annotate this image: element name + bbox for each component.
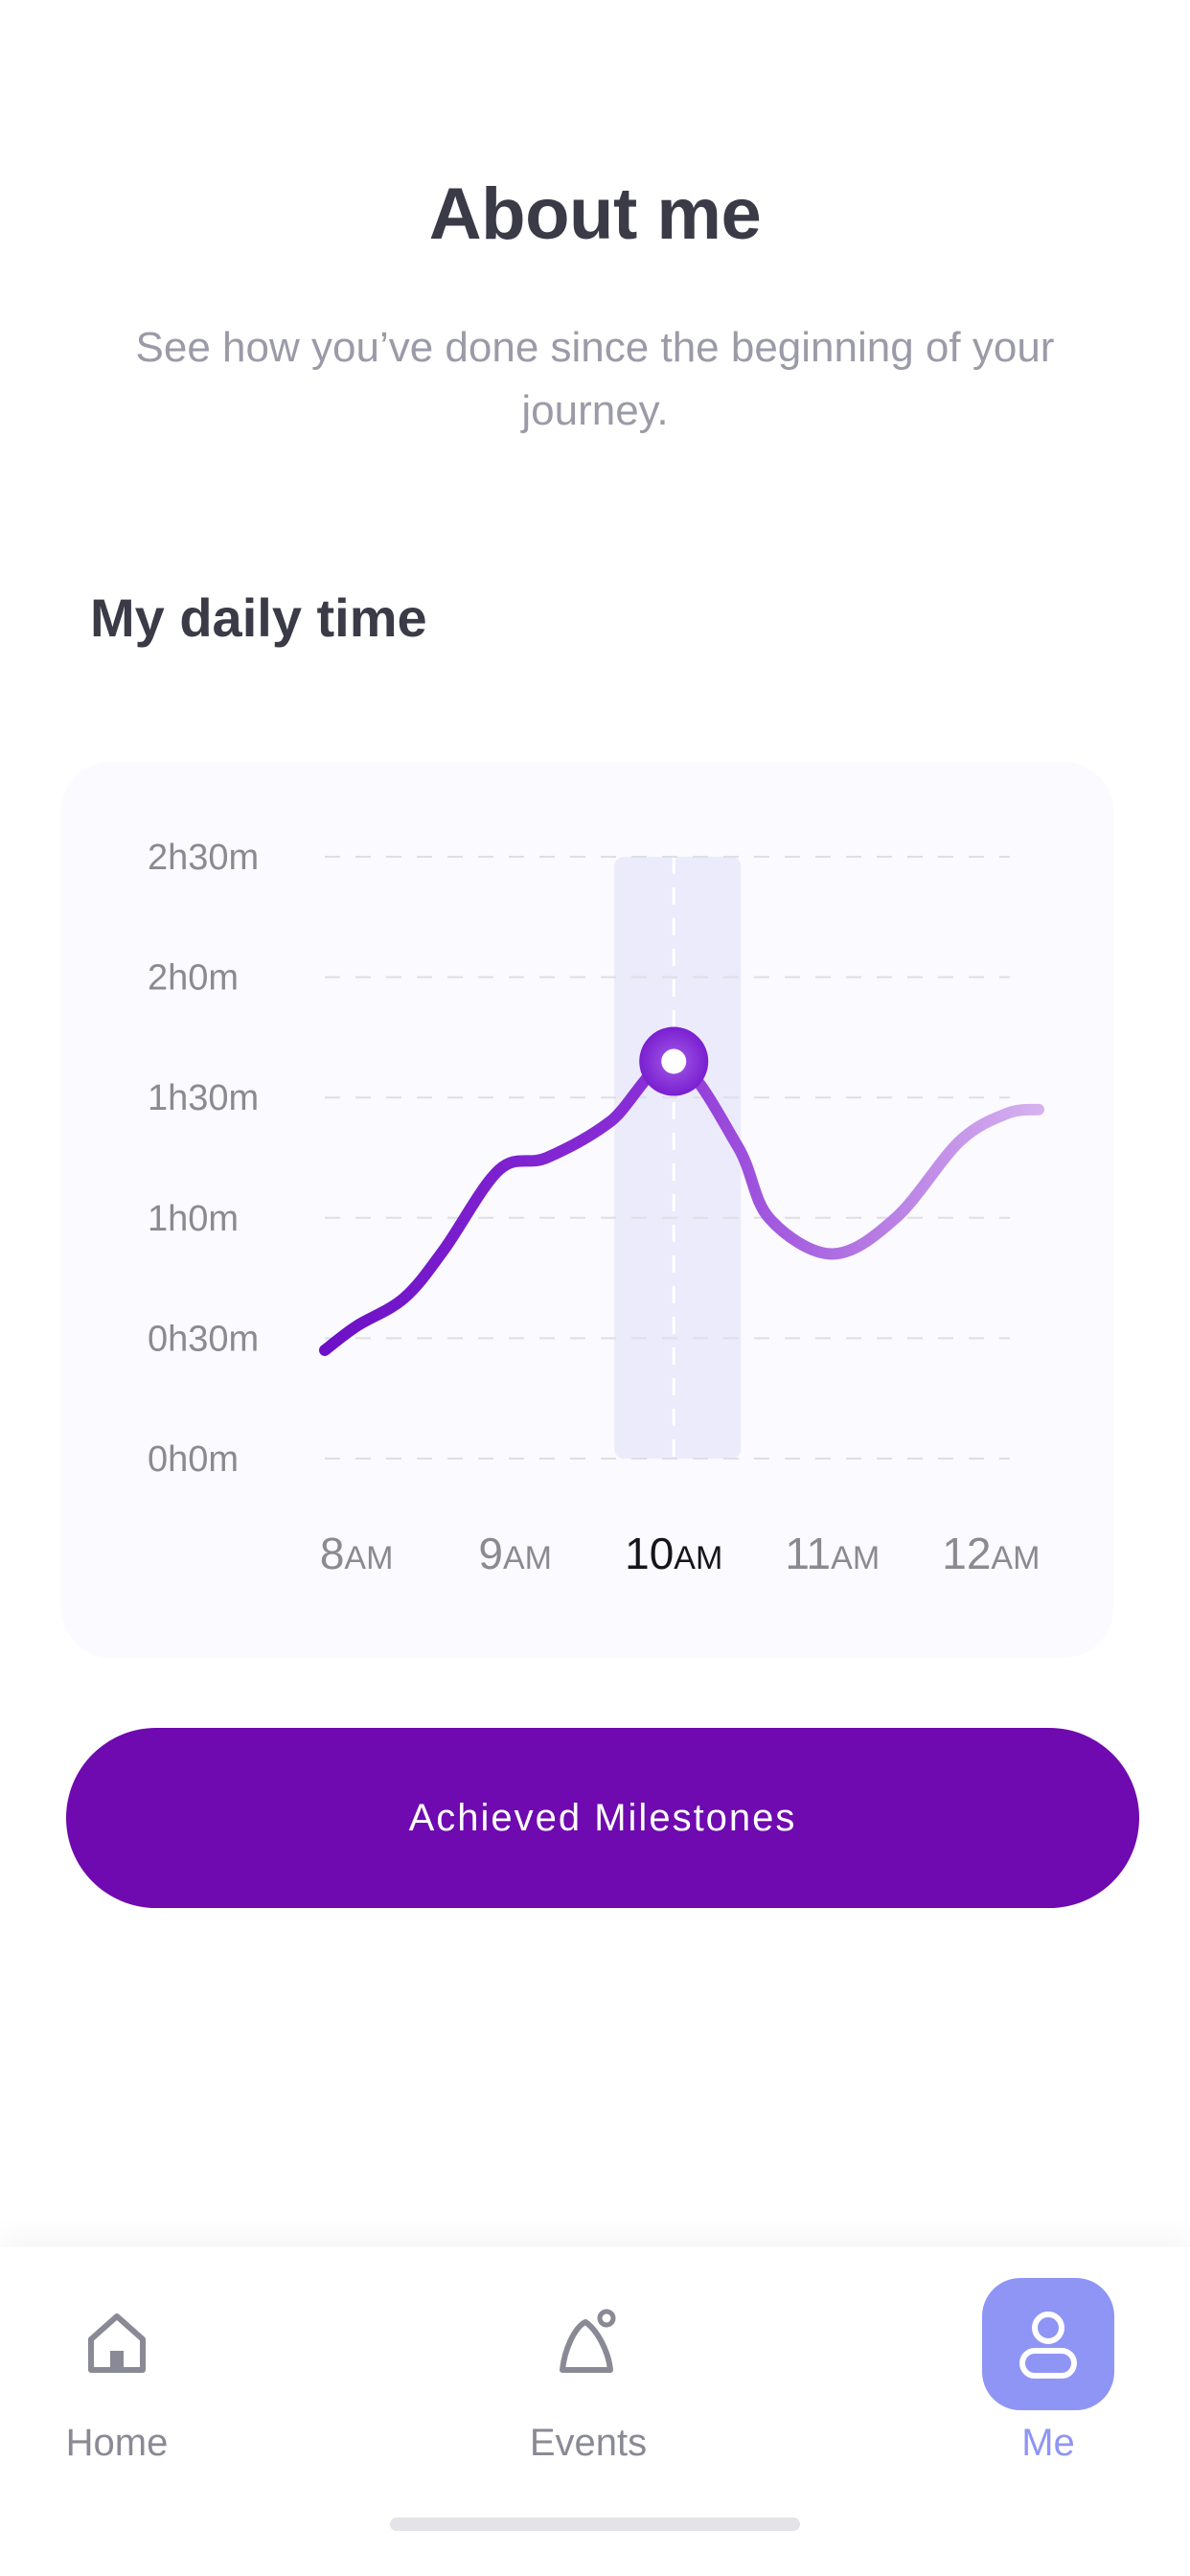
- y-tick-label: 2h30m: [148, 838, 259, 878]
- y-tick-label: 0h30m: [148, 1319, 259, 1359]
- y-tick-label: 1h0m: [148, 1199, 239, 1239]
- person-icon: [982, 2278, 1114, 2410]
- y-tick-label: 2h0m: [148, 958, 239, 999]
- y-tick-label: 1h30m: [148, 1078, 259, 1118]
- tab-events-label: Events: [529, 2422, 648, 2464]
- home-indicator: [390, 2518, 800, 2531]
- x-tick-label: 8AM: [320, 1529, 394, 1578]
- daily-time-chart[interactable]: 0h0m 0h30m 1h0m 1h30m 2h0m 2h30m 8AM 9AM 10AM 11A…: [61, 762, 1113, 1658]
- x-tick-label: 9AM: [478, 1529, 552, 1578]
- tab-me[interactable]: Me: [952, 2247, 1144, 2496]
- x-tick-label: 10AM: [625, 1529, 722, 1578]
- daily-time-chart-card: 0h0m 0h30m 1h0m 1h30m 2h0m 2h30m 8AM 9AM 10AM 11A…: [61, 762, 1113, 1658]
- page-subtitle: See how you’ve done since the beginning …: [135, 324, 1055, 434]
- section-title: My daily time: [90, 587, 427, 648]
- tab-events[interactable]: Events: [492, 2247, 684, 2496]
- y-tick-label: 0h0m: [148, 1439, 239, 1480]
- bell-icon: [522, 2278, 654, 2410]
- page-title: About me: [428, 173, 762, 255]
- achieved-milestones-button[interactable]: Achieved Milestones: [66, 1728, 1139, 1908]
- highlight-band: [614, 857, 742, 1459]
- tab-home-label: Home: [65, 2422, 169, 2464]
- tab-home[interactable]: Home: [21, 2247, 213, 2496]
- tab-me-label: Me: [1021, 2422, 1075, 2464]
- x-tick-label: 12AM: [942, 1529, 1040, 1578]
- x-tick-label: 11AM: [785, 1529, 880, 1578]
- home-icon: [51, 2278, 183, 2410]
- highlight-point-center: [661, 1048, 687, 1074]
